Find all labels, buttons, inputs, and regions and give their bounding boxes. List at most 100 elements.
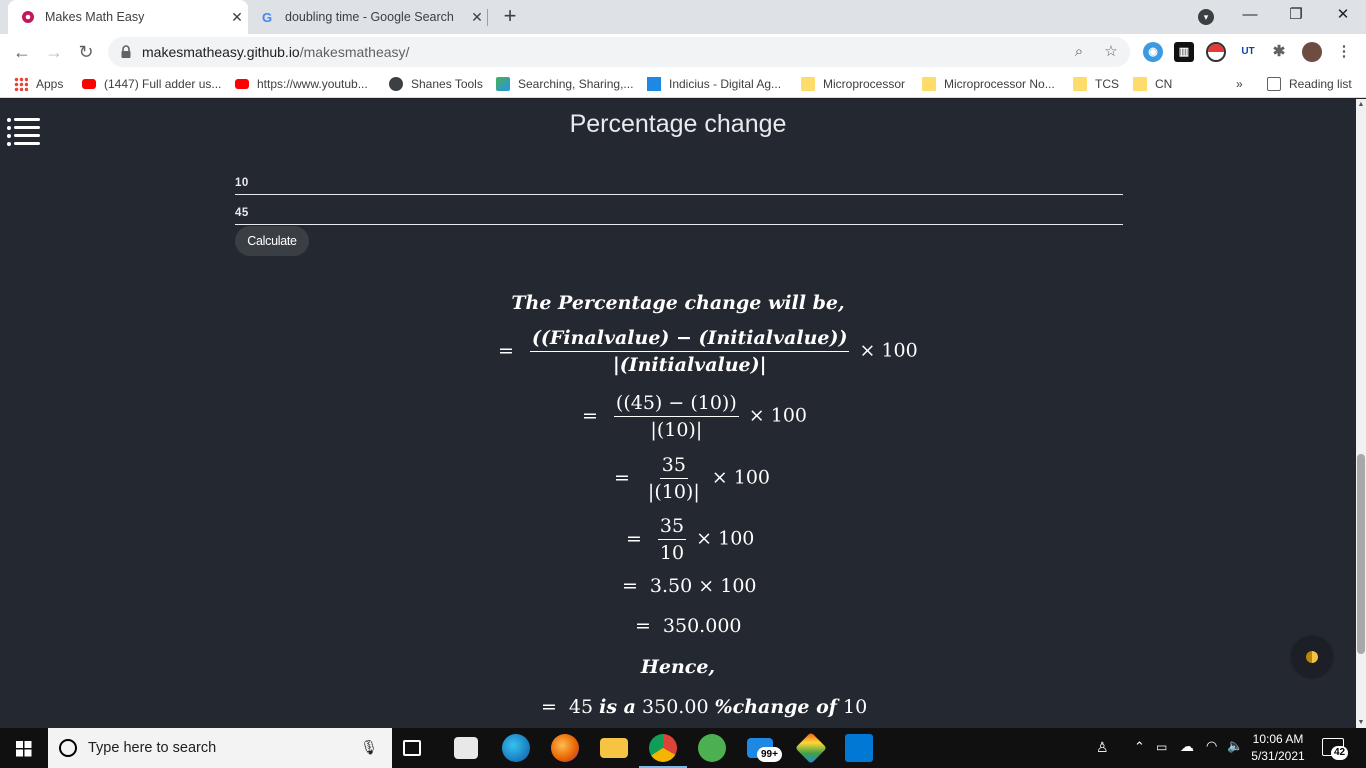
microphone-icon[interactable]: 🎙 (360, 739, 378, 756)
page-title: Percentage change (569, 110, 787, 138)
bookmark-folder-cn[interactable]: CN (1133, 75, 1172, 93)
start-button[interactable] (0, 728, 48, 768)
tab-google-search[interactable]: G doubling time - Google Search ✕ (250, 0, 488, 34)
new-tab-button[interactable]: + (498, 5, 522, 29)
utorrent-icon[interactable] (698, 734, 726, 762)
back-button[interactable]: ← (10, 40, 34, 64)
menu-kebab-icon[interactable]: ⋮ (1334, 42, 1354, 62)
youtube-icon (235, 79, 249, 89)
times-100: × 100 (748, 404, 808, 427)
equals-sign: = (498, 339, 514, 362)
makes-math-easy-favicon-icon (20, 9, 36, 25)
clock-date: 5/31/2021 (1251, 749, 1305, 763)
times-100: × 100 (859, 339, 918, 362)
fraction-numerator: ((45) − (10)) (613, 392, 739, 417)
solution-step-substituted: = ((45) − (10)) |(10)| × 100 (582, 392, 807, 441)
equals-sign: = (622, 575, 638, 597)
reading-list-button[interactable]: Reading list (1267, 75, 1352, 93)
folder-icon (801, 77, 815, 91)
bookmark-label: TCS (1095, 77, 1119, 91)
extension-trash-icon[interactable]: ▥ (1174, 42, 1194, 62)
taskbar-search-box[interactable]: Type here to search 🎙 (48, 728, 392, 768)
bookmark-youtube[interactable]: https://www.youtub... (235, 75, 368, 93)
equals-sign: = (614, 466, 630, 489)
windows-taskbar: Type here to search 🎙 99+ ♙ ⌃ ▭ ☁ ◠ 🔈 10… (0, 728, 1366, 768)
people-icon[interactable]: ♙ (1096, 739, 1109, 768)
lock-icon (120, 45, 132, 59)
bookmark-indicius[interactable]: Indicius - Digital Ag... (647, 75, 781, 93)
microsoft-store-icon[interactable] (454, 737, 478, 759)
times-100: × 100 (711, 466, 771, 489)
initial-value-input[interactable]: 10 (235, 171, 1123, 195)
close-tab-icon[interactable]: ✕ (226, 9, 248, 26)
scroll-up-arrow-icon[interactable]: ▲ (1357, 101, 1365, 108)
youtube-icon (82, 79, 96, 89)
extension-globe-icon[interactable]: ◉ (1143, 42, 1163, 62)
solution-step-decimal: = 3.50 × 100 (622, 575, 757, 597)
indicius-icon (647, 77, 661, 91)
edge-icon[interactable] (502, 734, 530, 762)
theme-toggle-button[interactable] (1292, 637, 1332, 677)
url-domain: makesmatheasy.github.io (142, 44, 300, 60)
onedrive-cloud-icon[interactable]: ☁ (1180, 738, 1194, 768)
wifi-icon[interactable]: ◠ (1206, 738, 1217, 768)
address-bar[interactable]: makesmatheasy.github.io/makesmatheasy/ ⌕… (108, 37, 1130, 67)
scroll-down-arrow-icon[interactable]: ▼ (1357, 719, 1365, 726)
bookmark-folder-tcs[interactable]: TCS (1073, 75, 1119, 93)
site-icon (496, 77, 510, 91)
zoom-icon[interactable]: ⌕ (1070, 43, 1088, 61)
system-clock[interactable]: 10:06 AM 5/31/2021 (1248, 731, 1308, 765)
half-moon-icon (1306, 651, 1318, 663)
tab-makes-math-easy[interactable]: Makes Math Easy ✕ (8, 0, 248, 34)
vscode-icon[interactable] (845, 734, 873, 762)
forward-button[interactable]: → (42, 40, 66, 64)
bookmark-star-icon[interactable]: ☆ (1102, 43, 1120, 61)
bookmark-label: https://www.youtub... (257, 77, 368, 91)
windows-logo-icon (16, 741, 32, 757)
notification-count-badge: 42 (1331, 746, 1349, 760)
bookmark-apps[interactable]: Apps (14, 75, 63, 93)
bookmark-folder-microprocessor-notes[interactable]: Microprocessor No... (922, 75, 1055, 93)
page-scrollbar[interactable]: ▲ ▼ (1356, 99, 1366, 728)
close-window-button[interactable]: ✕ (1320, 0, 1366, 30)
bookmark-folder-microprocessor[interactable]: Microprocessor (801, 75, 905, 93)
fraction: 35 |(10)| (646, 454, 702, 503)
calculate-button[interactable]: Calculate (235, 226, 309, 256)
restore-button[interactable]: ❐ (1273, 0, 1319, 30)
bookmark-label: (1447) Full adder us... (104, 77, 222, 91)
bookmark-shanes-tools[interactable]: Shanes Tools (389, 75, 483, 93)
tab-search-dropdown-icon[interactable]: ▾ (1198, 9, 1214, 25)
battery-icon[interactable]: ▭ (1156, 740, 1167, 768)
bookmark-full-adder[interactable]: (1447) Full adder us... (82, 75, 221, 93)
bookmark-label: Searching, Sharing,... (518, 77, 634, 91)
extension-pokeball-icon[interactable] (1206, 42, 1226, 62)
volume-icon[interactable]: 🔈 (1227, 738, 1243, 768)
extensions-puzzle-icon[interactable]: ✱ (1269, 42, 1289, 62)
show-hidden-icons-chevron-icon[interactable]: ⌃ (1134, 739, 1145, 768)
solution-step-difference: = 35 |(10)| × 100 (614, 454, 770, 503)
equals-sign: = (635, 615, 651, 637)
google-icon: G (260, 9, 276, 25)
bookmarks-overflow-button[interactable]: » (1236, 75, 1243, 93)
fraction-denominator: |(Initialvalue)| (612, 354, 767, 376)
final-value-input[interactable]: 45 (235, 201, 1123, 225)
equals-sign: = (582, 404, 598, 427)
extension-ut-icon[interactable]: UT (1238, 42, 1258, 62)
search-placeholder: Type here to search (88, 740, 217, 756)
minimize-button[interactable]: — (1227, 0, 1273, 30)
scrollbar-thumb[interactable] (1357, 454, 1365, 654)
bookmark-label: Microprocessor No... (944, 77, 1055, 91)
firefox-icon[interactable] (551, 734, 579, 762)
folder-icon (1073, 77, 1087, 91)
chrome-icon[interactable] (649, 734, 677, 762)
task-view-icon[interactable] (403, 740, 421, 756)
close-tab-icon[interactable]: ✕ (466, 9, 488, 26)
file-explorer-icon[interactable] (600, 738, 628, 758)
tab-title: doubling time - Google Search (285, 10, 454, 24)
snipping-tool-icon[interactable] (795, 732, 827, 764)
reload-button[interactable]: ↻ (74, 40, 98, 64)
profile-avatar[interactable] (1302, 42, 1322, 62)
bookmark-label: Shanes Tools (411, 77, 483, 91)
fraction: 35 10 (657, 515, 687, 564)
bookmark-searching-sharing[interactable]: Searching, Sharing,... (496, 75, 633, 93)
